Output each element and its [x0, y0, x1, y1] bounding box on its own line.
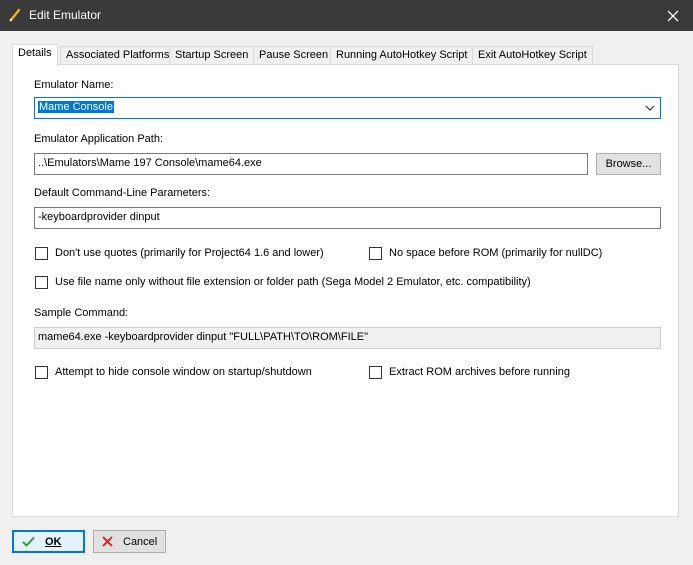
tab-details[interactable]: Details — [12, 44, 58, 66]
checkbox-box — [369, 246, 382, 260]
file-name-only-checkbox[interactable]: Use file name only without file extensio… — [35, 275, 531, 289]
checkbox-label: Use file name only without file extensio… — [55, 276, 531, 288]
checkmark-icon — [22, 536, 35, 547]
tab-associated-platforms[interactable]: Associated Platforms — [60, 46, 176, 65]
ok-label: OK — [45, 535, 62, 548]
tab-pause-screen[interactable]: Pause Screen — [253, 46, 335, 65]
pencil-icon — [9, 8, 21, 22]
details-panel: Emulator Name: Mame Console Emulator App… — [12, 64, 679, 517]
tab-running-autohotkey-script[interactable]: Running AutoHotkey Script — [330, 46, 474, 65]
checkbox-box — [369, 365, 382, 379]
checkbox-label: No space before ROM (primarily for nullD… — [389, 247, 603, 259]
checkbox-box — [35, 365, 48, 379]
close-icon — [667, 10, 679, 21]
ok-button[interactable]: OK — [12, 530, 85, 553]
sample-command-label: Sample Command: — [34, 307, 129, 319]
close-button[interactable] — [653, 0, 693, 31]
hide-console-checkbox[interactable]: Attempt to hide console window on startu… — [35, 365, 312, 379]
emulator-name-combobox[interactable]: Mame Console — [34, 97, 661, 119]
checkbox-label: Attempt to hide console window on startu… — [55, 366, 312, 378]
window-title: Edit Emulator — [29, 8, 102, 22]
cancel-button[interactable]: Cancel — [93, 530, 166, 553]
checkbox-box — [35, 246, 48, 260]
cancel-label: Cancel — [123, 535, 158, 548]
tab-startup-screen[interactable]: Startup Screen — [169, 46, 255, 65]
extract-rom-archives-checkbox[interactable]: Extract ROM archives before running — [369, 365, 570, 379]
chevron-down-icon — [645, 105, 655, 111]
checkbox-box — [35, 275, 48, 289]
app-path-input[interactable]: ..\Emulators\Mame 197 Console\mame64.exe — [34, 153, 588, 175]
dont-use-quotes-checkbox[interactable]: Don't use quotes (primarily for Project6… — [35, 246, 324, 260]
app-path-label: Emulator Application Path: — [34, 133, 164, 145]
emulator-name-value: Mame Console — [38, 101, 114, 113]
sample-command-field: mame64.exe -keyboardprovider dinput "FUL… — [34, 327, 661, 349]
cmdline-label: Default Command-Line Parameters: — [34, 187, 211, 199]
checkbox-label: Don't use quotes (primarily for Project6… — [55, 247, 324, 259]
no-space-before-rom-checkbox[interactable]: No space before ROM (primarily for nullD… — [369, 246, 602, 260]
emulator-name-label: Emulator Name: — [34, 79, 114, 91]
browse-button[interactable]: Browse... — [596, 153, 661, 175]
title-bar: Edit Emulator — [0, 0, 693, 31]
tab-exit-autohotkey-script[interactable]: Exit AutoHotkey Script — [472, 46, 593, 65]
cmdline-input[interactable]: -keyboardprovider dinput — [34, 207, 661, 229]
cross-icon — [102, 536, 113, 547]
checkbox-label: Extract ROM archives before running — [389, 366, 570, 378]
